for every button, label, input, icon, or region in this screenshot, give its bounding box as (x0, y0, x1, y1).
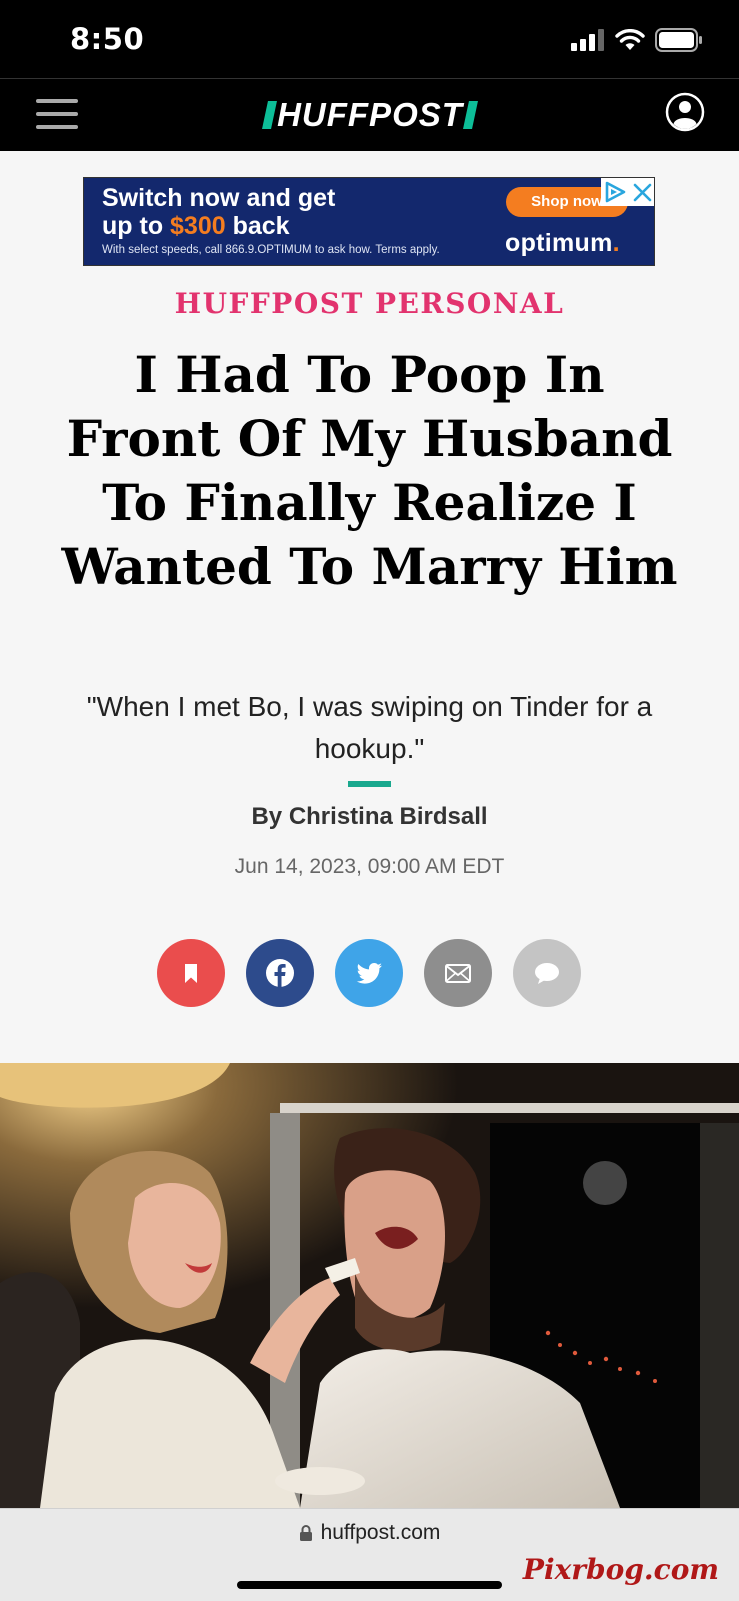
battery-icon (655, 28, 702, 52)
window-frame-top (280, 1103, 739, 1113)
status-bar: 8:50 (0, 0, 739, 78)
byline-prefix: By (251, 803, 289, 830)
article-hero-image[interactable] (0, 1063, 739, 1508)
url-display[interactable]: huffpost.com (0, 1521, 739, 1545)
status-icons (571, 28, 703, 52)
facebook-share-button[interactable] (246, 939, 314, 1007)
ad-banner[interactable]: Switch now and get up to $300 back With … (83, 177, 655, 266)
cake-plate (275, 1467, 365, 1495)
watermark: Pixrbog.com (522, 1553, 719, 1586)
comment-button[interactable] (513, 939, 581, 1007)
browser-bottom-bar: huffpost.com Pixrbog.com (0, 1508, 739, 1601)
section-kicker[interactable]: HUFFPOST PERSONAL (0, 287, 739, 320)
signal-icon (571, 29, 604, 51)
email-share-button[interactable] (424, 939, 492, 1007)
home-indicator[interactable] (237, 1581, 502, 1589)
huffpost-logo[interactable]: HUFFPOST (245, 93, 495, 137)
ad-brand-dot: . (612, 229, 620, 257)
status-time: 8:50 (70, 22, 145, 56)
article-headline: I Had To Poop In Front Of My Husband To … (61, 345, 678, 596)
ad-amount: $300 (170, 212, 226, 240)
twitter-icon (356, 963, 382, 984)
facebook-icon (266, 959, 294, 987)
logo-text: HUFFPOST (277, 96, 463, 133)
user-account-icon[interactable] (665, 92, 705, 132)
publish-timestamp: Jun 14, 2023, 09:00 AM EDT (234, 855, 505, 878)
author-link[interactable]: Christina Birdsall (289, 803, 488, 830)
bookmark-icon (185, 964, 197, 983)
ad-fineprint: With select speeds, call 866.9.OPTIMUM t… (102, 244, 440, 256)
ad-headline-suffix: back (225, 212, 290, 240)
window-edge (700, 1123, 739, 1508)
email-icon (445, 964, 471, 983)
ad-headline-line1: Switch now and get (102, 184, 336, 212)
twitter-share-button[interactable] (335, 939, 403, 1007)
dek-divider (348, 781, 391, 787)
hamburger-menu-icon[interactable] (36, 99, 78, 131)
ad-close-icon[interactable] (629, 178, 655, 206)
share-bar (157, 939, 583, 1007)
ad-headline-prefix: up to (102, 212, 171, 240)
byline: By Christina Birdsall (0, 803, 739, 831)
site-header: HUFFPOST (0, 79, 739, 151)
ad-headline-line2: up to $300 back (102, 212, 290, 241)
globe-lamp (583, 1161, 627, 1205)
bookmark-button[interactable] (157, 939, 225, 1007)
article-dek: "When I met Bo, I was swiping on Tinder … (86, 691, 653, 764)
comment-icon (535, 963, 559, 984)
wifi-icon (615, 29, 645, 50)
ad-brand-logo: optimum. (505, 229, 620, 258)
url-text: huffpost.com (320, 1521, 441, 1544)
ad-brand-text: optimum (505, 229, 613, 257)
lock-icon (299, 1525, 312, 1541)
ad-choices-icon[interactable] (601, 178, 629, 206)
